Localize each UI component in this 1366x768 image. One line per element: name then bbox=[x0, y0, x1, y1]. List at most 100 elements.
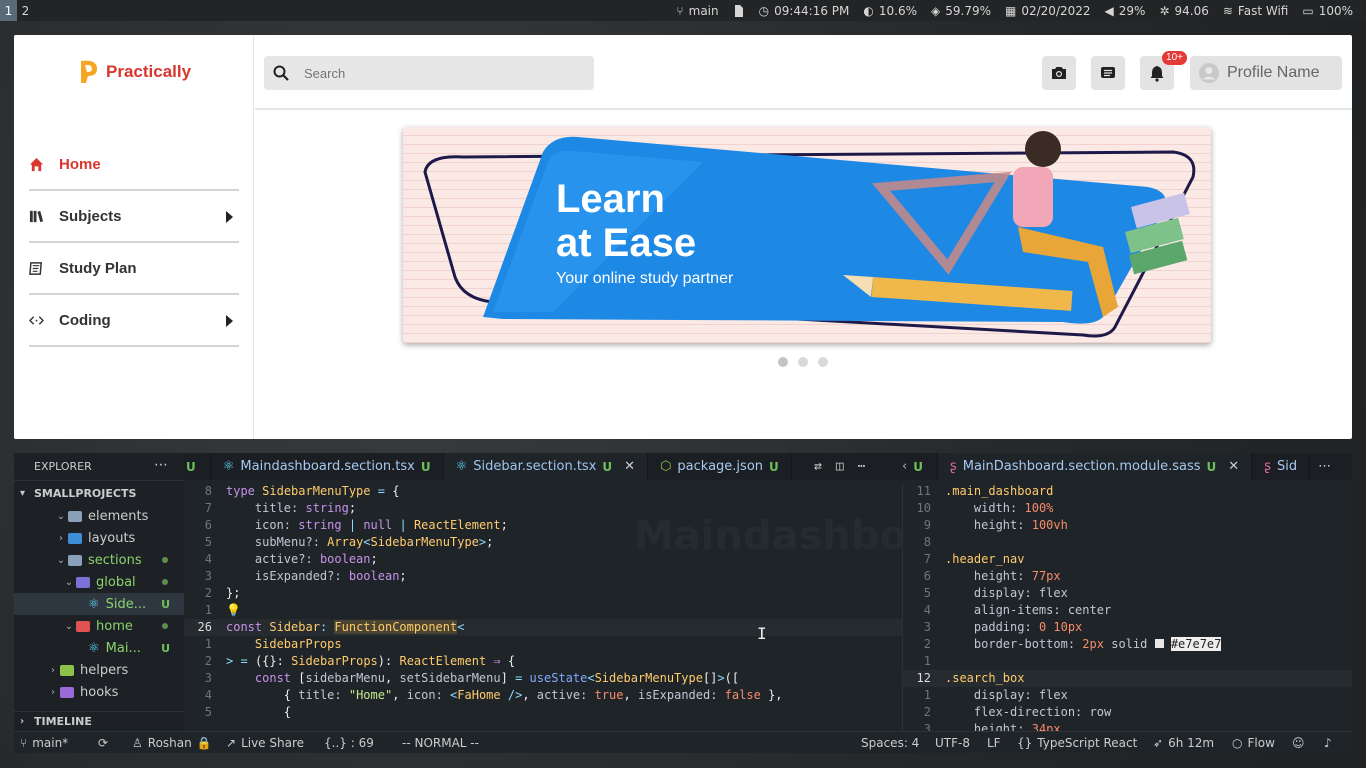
carousel-dot[interactable] bbox=[798, 357, 808, 367]
tab-package-json[interactable]: ⬡ package.json U bbox=[648, 453, 792, 480]
carousel-dots bbox=[778, 357, 828, 367]
tab-sidebar[interactable]: ⚛ Sidebar.section.tsx U ✕ bbox=[443, 453, 649, 480]
code-pane-right[interactable]: 11 .main_dashboard 10 width: 100% 9 heigh… bbox=[902, 483, 1352, 731]
live-share-button[interactable]: ↗ Live Share bbox=[226, 732, 304, 754]
status-eol[interactable]: LF bbox=[987, 732, 1001, 754]
banner-title-line1: Learn bbox=[556, 177, 665, 221]
sidebar-item-subjects[interactable]: Subjects bbox=[29, 191, 239, 243]
tree-label: helpers bbox=[80, 662, 129, 678]
app-logo[interactable]: Practically bbox=[78, 59, 191, 85]
tree-folder-global[interactable]: ⌄ global bbox=[14, 571, 184, 593]
folder-icon bbox=[68, 510, 82, 522]
workspace-1[interactable]: 1 bbox=[0, 0, 17, 21]
tree-file-maindashboard[interactable]: ⚛ Mai... U bbox=[14, 637, 184, 659]
tree-folder-elements[interactable]: ⌄ elements bbox=[14, 505, 184, 527]
react-icon: ⚛ bbox=[455, 459, 468, 474]
react-icon: ⚛ bbox=[88, 596, 100, 612]
code-line: 2 border-bottom: 2px solid #e7e7e7 bbox=[903, 636, 1352, 653]
chevron-down-icon: ⌄ bbox=[64, 620, 74, 632]
carousel-dot[interactable] bbox=[778, 357, 788, 367]
sidebar-item-study-plan[interactable]: Study Plan bbox=[29, 243, 239, 295]
git-branch-status: ⑂ main bbox=[669, 0, 725, 21]
code-line: 7 .header_nav bbox=[903, 551, 1352, 568]
system-top-bar: 1 2 ⑂ main ◷ 09:44:16 PM ◐ 10.6% ◈ 59.79… bbox=[0, 0, 1366, 21]
date-label: 02/20/2022 bbox=[1021, 3, 1091, 18]
status-user[interactable]: ♙ Roshan 🔒 bbox=[132, 732, 212, 754]
more-actions-icon[interactable]: ⋯ bbox=[154, 457, 168, 473]
tab-label: package.json bbox=[677, 459, 764, 474]
wifi-status[interactable]: ≋ Fast Wifi bbox=[1216, 0, 1295, 21]
sidebar-item-label: Study Plan bbox=[59, 259, 137, 277]
system-status-area: ⑂ main ◷ 09:44:16 PM ◐ 10.6% ◈ 59.79% ▦ … bbox=[669, 0, 1360, 21]
timeline-header[interactable]: › TIMELINE bbox=[14, 711, 184, 731]
status-position[interactable]: {..} : 69 bbox=[324, 732, 374, 754]
status-flow[interactable]: ○ Flow bbox=[1232, 732, 1275, 754]
tree-folder-hooks[interactable]: › hooks bbox=[14, 681, 184, 703]
app-sidebar: Practically Home Subjects Study Plan Cod… bbox=[14, 35, 254, 439]
profile-button[interactable]: Profile Name bbox=[1190, 56, 1342, 90]
status-encoding[interactable]: UTF-8 bbox=[935, 732, 970, 754]
camera-button[interactable] bbox=[1042, 56, 1076, 90]
status-branch[interactable]: ⑂ main* bbox=[20, 732, 68, 754]
line-number: 2 bbox=[923, 637, 931, 651]
line-number: 9 bbox=[923, 518, 931, 532]
messages-button[interactable] bbox=[1091, 56, 1125, 90]
copilot-button[interactable]: ☺ bbox=[1292, 732, 1305, 754]
notifications-bell[interactable]: ♪ bbox=[1324, 732, 1332, 754]
notifications-button[interactable]: 10+ bbox=[1140, 51, 1187, 90]
tree-file-sidebar[interactable]: ⚛ Side... U bbox=[14, 593, 184, 615]
sidebar-item-home[interactable]: Home bbox=[29, 139, 239, 191]
more-actions-icon[interactable]: ⋯ bbox=[858, 459, 866, 474]
search-icon[interactable] bbox=[264, 56, 298, 90]
color-swatch[interactable] bbox=[1154, 639, 1164, 648]
folder-icon bbox=[76, 576, 90, 588]
tree-label: sections bbox=[88, 552, 142, 568]
search-input[interactable] bbox=[298, 65, 578, 81]
volume-status[interactable]: ◀ 29% bbox=[1098, 0, 1153, 21]
chevron-right-icon: › bbox=[51, 686, 55, 698]
tree-folder-home[interactable]: ⌄ home bbox=[14, 615, 184, 637]
compare-changes-icon[interactable]: ⇄ bbox=[814, 459, 822, 474]
status-spaces[interactable]: Spaces: 4 bbox=[861, 732, 919, 754]
sidebar-item-label: Coding bbox=[59, 311, 111, 329]
copilot-icon: ☺ bbox=[1292, 736, 1305, 750]
split-editor-icon[interactable]: ◫ bbox=[836, 459, 844, 474]
workspace-2[interactable]: 2 bbox=[17, 0, 34, 21]
status-language[interactable]: {} TypeScript React bbox=[1017, 732, 1137, 754]
tree-folder-layouts[interactable]: › layouts bbox=[14, 527, 184, 549]
tab-maindashboard[interactable]: ⚛ Maindashboard.section.tsx U bbox=[211, 453, 444, 480]
code-pane-left[interactable]: Maindashboard 8type SidebarMenuType = { … bbox=[184, 483, 902, 731]
status-time-tracked[interactable]: ➶ 6h 12m bbox=[1153, 732, 1214, 754]
status-language-label: TypeScript React bbox=[1037, 736, 1138, 750]
lightbulb-icon[interactable]: 💡 bbox=[226, 603, 241, 617]
code-line: 3 const [sidebarMenu, setSidebarMenu] = … bbox=[184, 670, 902, 687]
line-number: 11 bbox=[916, 484, 931, 498]
sync-button[interactable]: ⟳ bbox=[98, 732, 108, 754]
more-actions-icon[interactable]: ⋯ bbox=[1318, 459, 1331, 474]
tree-folder-sections[interactable]: ⌄ sections bbox=[14, 549, 184, 571]
sync-icon: ⟳ bbox=[98, 736, 109, 750]
notification-badge: 10+ bbox=[1162, 51, 1187, 65]
project-header[interactable]: ▾ SMALLPROJECTS bbox=[14, 480, 184, 505]
tab-maindashboard-sass[interactable]: ʂ MainDashboard.section.module.sass U ✕ bbox=[937, 453, 1253, 480]
tab-sidebar-sass[interactable]: ʂ Sid bbox=[1252, 453, 1311, 480]
calendar-icon: ▦ bbox=[1005, 3, 1017, 18]
hero-banner[interactable]: Learn at Ease Your online study partner bbox=[403, 127, 1211, 343]
tab-partial[interactable]: ‹ U bbox=[902, 453, 938, 480]
clock-icon: ◷ bbox=[758, 3, 770, 18]
tree-folder-helpers[interactable]: › helpers bbox=[14, 659, 184, 681]
code-line: 4 align-items: center bbox=[903, 602, 1352, 619]
line-number: 4 bbox=[204, 688, 212, 702]
branch-label: main bbox=[688, 3, 719, 18]
search-box[interactable] bbox=[264, 56, 594, 90]
tab-partial[interactable]: U bbox=[184, 453, 211, 480]
close-icon[interactable]: ✕ bbox=[1228, 459, 1239, 474]
code-line: 1 💡 bbox=[184, 602, 902, 619]
carousel-dot[interactable] bbox=[818, 357, 828, 367]
file-status bbox=[726, 0, 752, 21]
line-number: 5 bbox=[204, 535, 212, 549]
sidebar-item-coding[interactable]: Coding bbox=[29, 295, 239, 347]
main-content: 10+ Profile Name bbox=[255, 35, 1352, 439]
close-icon[interactable]: ✕ bbox=[624, 459, 635, 474]
status-flow-label: Flow bbox=[1247, 736, 1275, 750]
